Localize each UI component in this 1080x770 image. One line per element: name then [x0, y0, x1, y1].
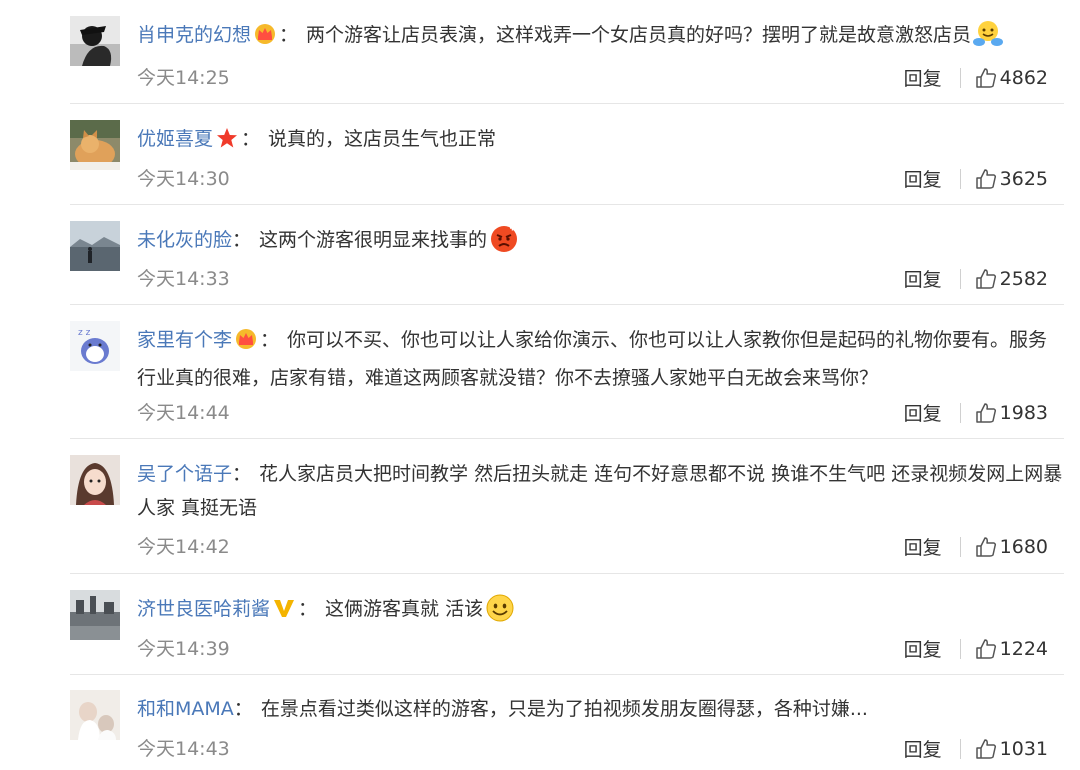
like-button[interactable]: 3625: [975, 168, 1048, 190]
comment-text: 这俩游客真就 活该: [325, 598, 484, 620]
like-count: 1031: [999, 737, 1048, 760]
star-badge-icon: [215, 126, 239, 160]
comment-item: z z 家里有个李：你可以不买、你也可以让人家给你演示、你也可以让人家教你但是起…: [70, 321, 1064, 439]
divider: [959, 168, 961, 189]
crown-badge-icon: [234, 327, 258, 361]
thumbs-up-icon: [975, 402, 996, 423]
reply-button[interactable]: 回复: [904, 735, 942, 762]
thumbs-up-icon: [975, 536, 996, 557]
reply-button[interactable]: 回复: [904, 635, 942, 662]
comment-time: 今天14:39: [137, 638, 230, 660]
comment-time: 今天14:42: [137, 536, 230, 558]
like-button[interactable]: 1031: [975, 738, 1048, 760]
like-button[interactable]: 4862: [975, 67, 1048, 89]
comment-list: 肖申克的幻想：两个游客让店员表演，这样戏弄一个女店员真的好吗？摆明了就是故意激怒…: [0, 0, 1080, 770]
hug-emoji-icon: [973, 20, 1004, 59]
comment-time: 今天14:43: [137, 738, 230, 760]
divider: [959, 738, 961, 759]
avatar[interactable]: [70, 16, 120, 66]
divider: [959, 638, 961, 659]
avatar[interactable]: z z: [70, 321, 120, 371]
thumbs-up-icon: [975, 638, 996, 659]
username-link[interactable]: 家里有个李: [137, 329, 232, 351]
avatar[interactable]: [70, 455, 120, 505]
reply-button[interactable]: 回复: [904, 265, 942, 292]
comment-item: 优姬喜夏：说真的，这店员生气也正常 今天14:30 回复 3625: [70, 120, 1064, 205]
reply-button[interactable]: 回复: [904, 533, 942, 560]
comment-text: 花人家店员大把时间教学 然后扭头就走 连句不好意思都不说 换谁不生气吧 还录视频…: [137, 463, 1063, 519]
divider: [959, 536, 961, 557]
reply-button[interactable]: 回复: [904, 64, 942, 91]
username-link[interactable]: 优姬喜夏: [137, 128, 213, 150]
thumbs-up-icon: [975, 738, 996, 759]
username-link[interactable]: 吴了个语子: [137, 463, 232, 485]
like-count: 1680: [999, 535, 1048, 558]
avatar[interactable]: [70, 590, 120, 640]
comment-time: 今天14:30: [137, 168, 230, 190]
reply-button[interactable]: 回复: [904, 399, 942, 426]
comment-item: 肖申克的幻想：两个游客让店员表演，这样戏弄一个女店员真的好吗？摆明了就是故意激怒…: [70, 16, 1064, 104]
username-link[interactable]: 和和MAMA: [137, 698, 234, 720]
reply-button[interactable]: 回复: [904, 165, 942, 192]
crown-badge-icon: [253, 22, 277, 56]
thumbs-up-icon: [975, 67, 996, 88]
like-count: 3625: [999, 167, 1048, 190]
like-button[interactable]: 1680: [975, 536, 1048, 558]
avatar[interactable]: [70, 221, 120, 271]
comment-text: 这两个游客很明显来找事的: [259, 229, 488, 251]
v-badge-icon: [272, 596, 296, 630]
comment-time: 今天14:44: [137, 402, 230, 424]
angry-emoji-icon: [489, 225, 519, 264]
thumbs-up-icon: [975, 168, 996, 189]
comment-time: 今天14:25: [137, 67, 230, 89]
comment-item: 济世良医哈莉酱：这俩游客真就 活该 今天14:39 回复 1224: [70, 590, 1064, 675]
svg-text:z z: z z: [78, 328, 91, 338]
like-button[interactable]: 1224: [975, 638, 1048, 660]
avatar[interactable]: [70, 690, 120, 740]
comment-item: 和和MAMA： 在景点看过类似这样的游客，只是为了拍视频发朋友圈得瑟，各种讨嫌..…: [70, 690, 1064, 770]
comment-text: 说真的，这店员生气也正常: [268, 128, 497, 150]
thumbs-up-icon: [975, 268, 996, 289]
comment-time: 今天14:33: [137, 268, 230, 290]
avatar[interactable]: [70, 120, 120, 170]
like-count: 4862: [999, 66, 1048, 89]
divider: [959, 268, 961, 289]
like-count: 2582: [999, 267, 1048, 290]
comment-text: 两个游客让店员表演，这样戏弄一个女店员真的好吗？摆明了就是故意激怒店员: [306, 24, 972, 46]
divider: [959, 67, 961, 88]
username-link[interactable]: 未化灰的脸: [137, 229, 232, 251]
username-link[interactable]: 济世良医哈莉酱: [137, 598, 270, 620]
like-count: 1224: [999, 637, 1048, 660]
comment-item: 吴了个语子： 花人家店员大把时间教学 然后扭头就走 连句不好意思都不说 换谁不生气…: [70, 455, 1064, 574]
smile-emoji-icon: [485, 594, 515, 633]
divider: [959, 402, 961, 423]
username-link[interactable]: 肖申克的幻想: [137, 24, 251, 46]
like-button[interactable]: 1983: [975, 402, 1048, 424]
like-count: 1983: [999, 401, 1048, 424]
like-button[interactable]: 2582: [975, 268, 1048, 290]
comment-text: 在景点看过类似这样的游客，只是为了拍视频发朋友圈得瑟，各种讨嫌...: [260, 698, 868, 720]
comment-item: 未化灰的脸： 这两个游客很明显来找事的 今天14:33 回复 2582: [70, 221, 1064, 305]
